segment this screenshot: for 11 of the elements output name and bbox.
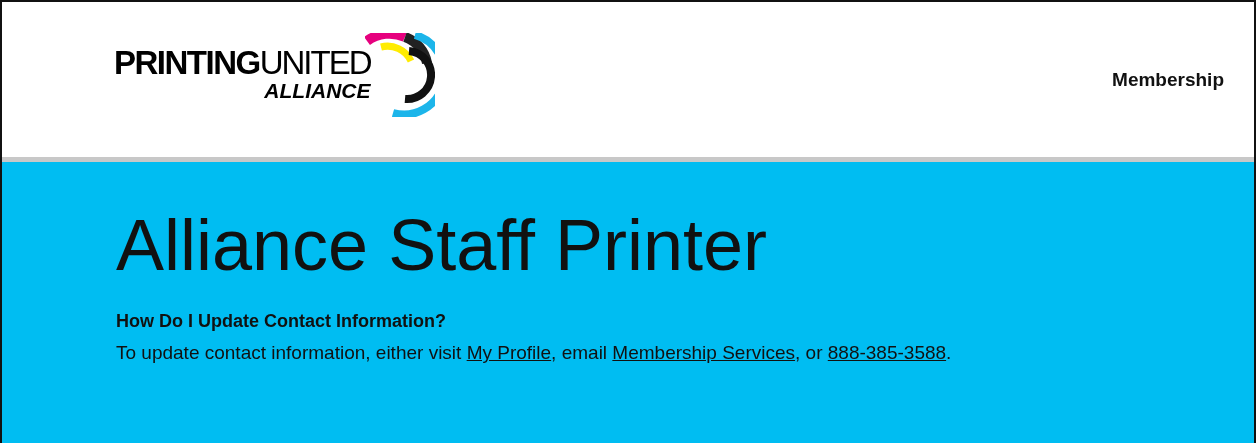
logo-text: UNITED: [259, 44, 371, 82]
logo-subtitle: ALLIANCE: [264, 79, 371, 103]
text-link[interactable]: 888-385-3588: [827, 342, 947, 364]
question-heading: How Do I Update Contact Information?: [116, 311, 447, 333]
text-link[interactable]: My Profile: [466, 342, 552, 364]
text-link[interactable]: Membership Services: [612, 342, 796, 364]
logo-text: PRINTING: [114, 44, 260, 82]
answer-text: To update contact information, either visit My Profile, email Membership Services, or 888-385-3588.: [116, 342, 953, 365]
logo[interactable]: PRINTINGUNITED ALLIANCE: [114, 32, 435, 117]
page-title: Alliance Staff Printer: [116, 206, 768, 286]
nav-link[interactable]: Membership: [1112, 68, 1224, 90]
